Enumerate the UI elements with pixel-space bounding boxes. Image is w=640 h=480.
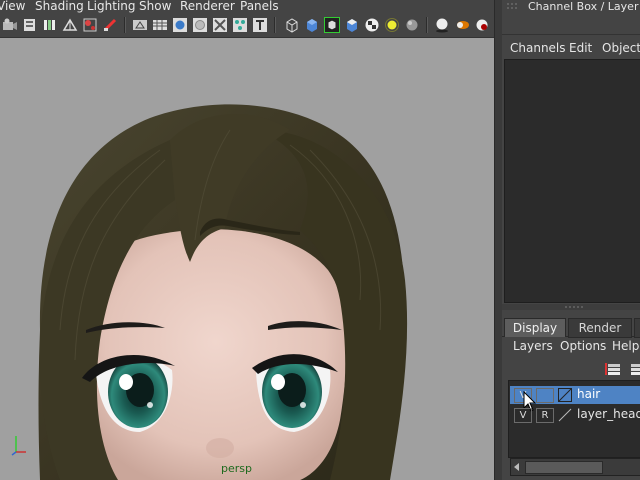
menu-lighting[interactable]: Lighting (87, 0, 136, 13)
layer-color-swatch-icon[interactable] (558, 388, 572, 402)
grid-icon[interactable] (62, 17, 78, 33)
menu-help[interactable]: Help (612, 339, 639, 353)
wireframe-cube-icon[interactable] (284, 17, 300, 33)
pane-divider[interactable] (502, 304, 640, 310)
drag-handle-icon[interactable] (504, 0, 522, 36)
motion-blur-icon[interactable] (454, 17, 470, 33)
menu-layers[interactable]: Layers (513, 339, 553, 353)
points-icon[interactable] (212, 17, 228, 33)
new-layer-selected-icon[interactable] (628, 361, 640, 377)
tab-overflow[interactable] (634, 318, 640, 338)
bounding-box-icon[interactable] (192, 17, 208, 33)
tab-display[interactable]: Display (504, 318, 566, 337)
smooth-cube-icon[interactable] (304, 17, 320, 33)
layer-name[interactable]: hair (577, 387, 600, 401)
tab-render[interactable]: Render (568, 318, 632, 338)
camera-label: persp (221, 462, 252, 475)
scrollbar-thumb[interactable] (525, 461, 603, 474)
texture-icon[interactable] (232, 17, 248, 33)
smooth-shade-icon[interactable] (152, 17, 168, 33)
menu-show[interactable]: Show (139, 0, 171, 13)
xray-icon[interactable] (364, 17, 380, 33)
toolbar-separator (426, 17, 428, 33)
wireframe-icon[interactable] (132, 17, 148, 33)
panel-menu-bar: View Shading Lighting Show Renderer Pane… (0, 0, 494, 13)
layer-name[interactable]: layer_head (577, 407, 640, 421)
character-head-render (38, 104, 408, 480)
divider (502, 34, 640, 35)
text-icon[interactable] (252, 17, 268, 33)
menu-options[interactable]: Options (560, 339, 606, 353)
toolbar-separator (274, 17, 276, 33)
new-layer-icon[interactable] (604, 361, 624, 377)
channel-box-area[interactable] (504, 59, 640, 303)
toolbar-separator (124, 17, 126, 33)
menu-view[interactable]: View (0, 0, 25, 13)
shadows-icon[interactable] (404, 17, 420, 33)
menu-object[interactable]: Object (602, 41, 640, 55)
camera-attributes-icon[interactable] (2, 17, 18, 33)
menu-channels[interactable]: Channels (510, 41, 566, 55)
layer-row-layer-head[interactable]: V R layer_head (510, 406, 640, 424)
menu-edit[interactable]: Edit (569, 41, 592, 55)
resolution-gate-icon[interactable] (102, 17, 118, 33)
panel-toolbar (0, 13, 494, 38)
grip-dots-icon (565, 306, 583, 308)
anti-alias-icon[interactable] (474, 17, 490, 33)
menu-panels[interactable]: Panels (240, 0, 279, 13)
bookmarks-icon[interactable] (22, 17, 38, 33)
layer-type-toggle[interactable]: R (536, 408, 554, 423)
layer-visibility-toggle[interactable]: V (514, 408, 532, 423)
layer-type-toggle[interactable] (536, 388, 554, 403)
flat-shade-icon[interactable] (172, 17, 188, 33)
film-gate-icon[interactable] (82, 17, 98, 33)
scroll-left-arrow-icon[interactable] (513, 463, 521, 471)
image-plane-icon[interactable] (42, 17, 58, 33)
axis-gizmo-icon (11, 436, 26, 456)
layer-color-swatch-icon[interactable] (558, 408, 572, 422)
perspective-viewport[interactable]: View Shading Lighting Show Renderer Pane… (0, 0, 494, 480)
menu-shading[interactable]: Shading (35, 0, 84, 13)
isolate-select-icon[interactable] (324, 17, 340, 33)
use-lights-icon[interactable] (384, 17, 400, 33)
menu-renderer[interactable]: Renderer (180, 0, 235, 13)
layer-list-scrollbar[interactable] (510, 458, 640, 476)
default-material-icon[interactable] (344, 17, 360, 33)
ambient-occlusion-icon[interactable] (434, 17, 450, 33)
panel-title: Channel Box / Layer Edi (528, 0, 640, 13)
